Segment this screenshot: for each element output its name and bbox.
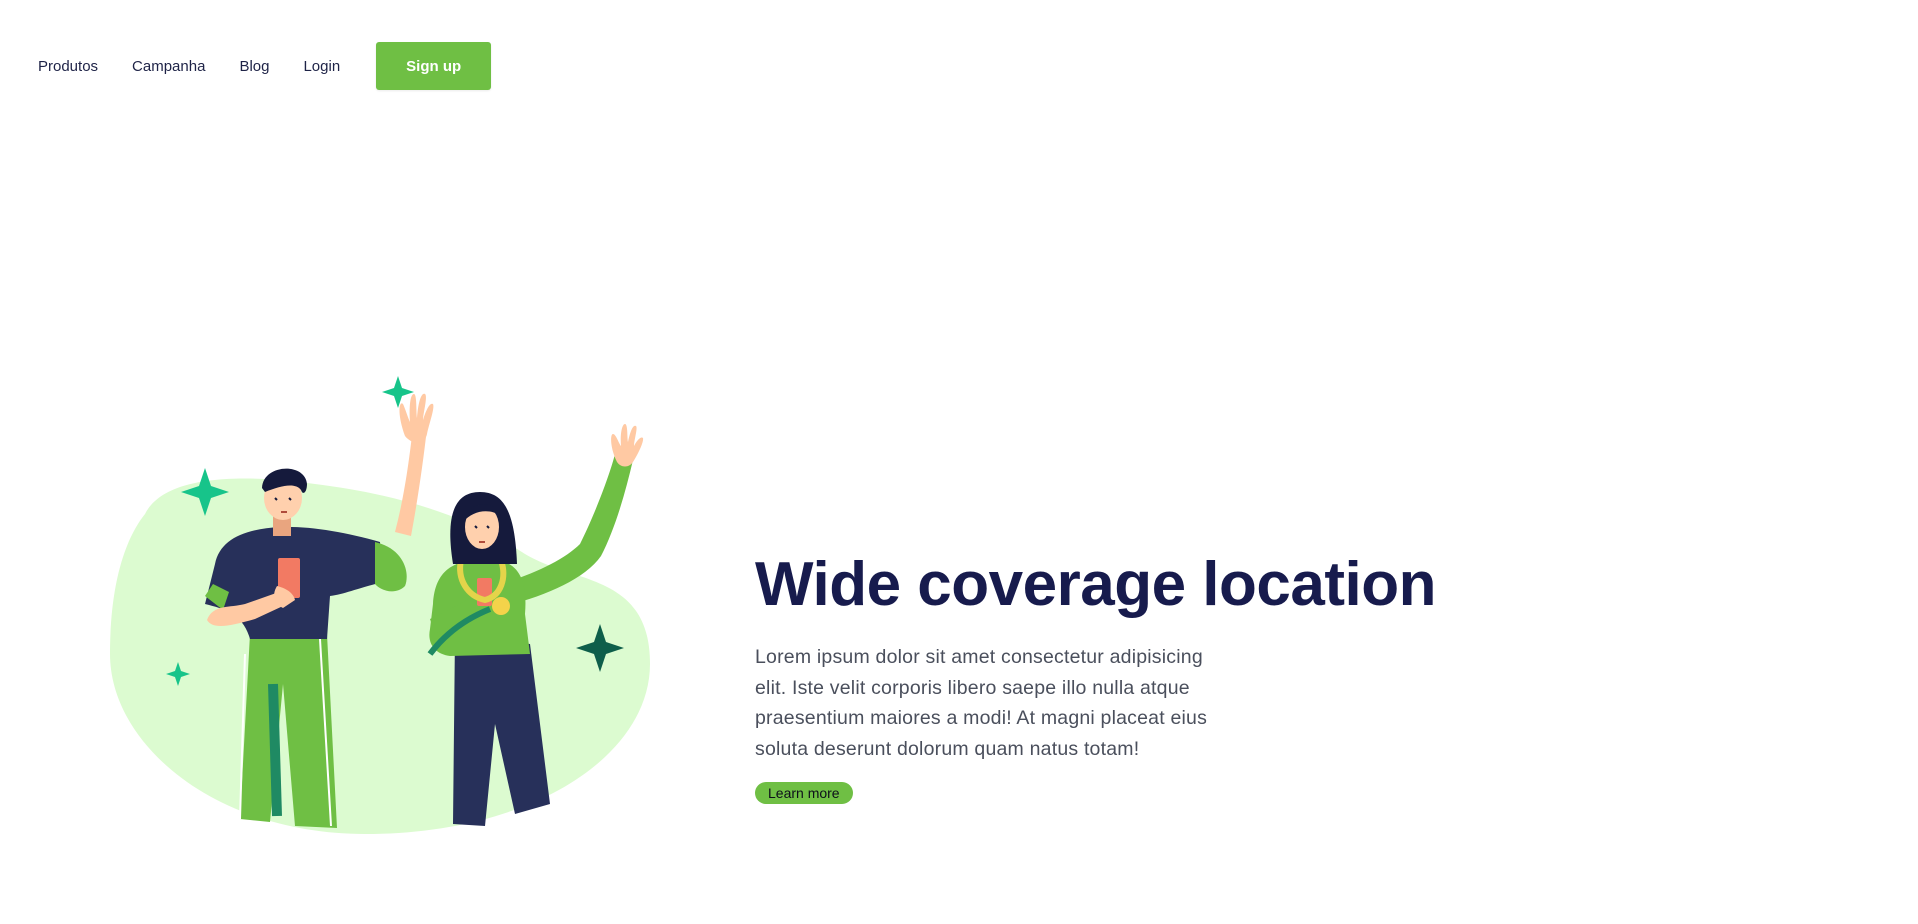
hero-description: Lorem ipsum dolor sit amet consectetur a… — [755, 646, 1208, 760]
background-blob — [110, 478, 650, 834]
sparkle-icon — [382, 376, 414, 408]
learn-more-button[interactable]: Learn more — [755, 782, 853, 804]
hero-section: Wide coverage location Lorem ipsum dolor… — [755, 548, 1555, 804]
top-navigation: Produtos Campanha Blog Login Sign up — [0, 0, 492, 132]
nav-link-produtos[interactable]: Produtos — [38, 58, 98, 75]
nav-link-campanha[interactable]: Campanha — [132, 58, 205, 75]
hero-illustration — [105, 364, 665, 844]
nav-link-blog[interactable]: Blog — [239, 58, 269, 75]
hero-title: Wide coverage location — [755, 550, 1436, 619]
nav-link-login[interactable]: Login — [303, 58, 340, 75]
sign-up-button[interactable]: Sign up — [376, 42, 492, 90]
two-people-waving-illustration — [110, 376, 650, 834]
